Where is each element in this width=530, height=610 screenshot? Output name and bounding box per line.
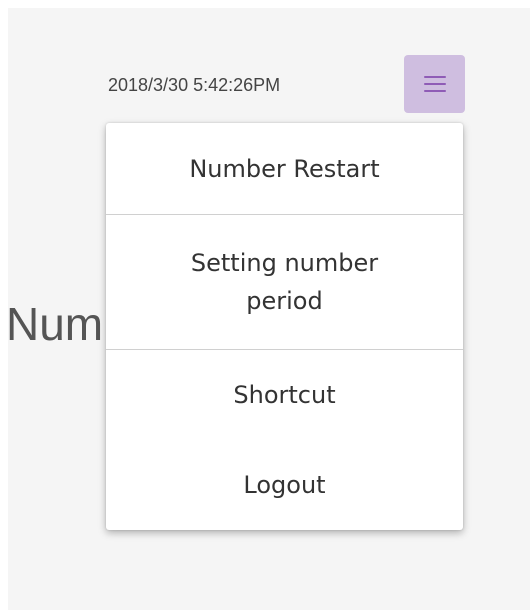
- menu-icon-bar: [423, 83, 446, 85]
- menu-item-logout[interactable]: Logout: [106, 440, 463, 530]
- menu-icon-bar: [423, 90, 446, 92]
- menu-item-setting-number-period[interactable]: Setting number period: [106, 215, 463, 350]
- menu-item-label: Shortcut: [233, 381, 336, 409]
- background-title-partial: Num: [8, 298, 104, 350]
- menu-item-label: Setting number period: [190, 249, 379, 315]
- menu-button[interactable]: [404, 55, 465, 113]
- menu-item-shortcut[interactable]: Shortcut: [106, 350, 463, 440]
- menu-icon-bar: [423, 76, 446, 78]
- main-panel: Num 2018/3/30 5:42:26PM Number Restart S…: [8, 8, 530, 610]
- hamburger-menu-icon: [423, 76, 446, 92]
- menu-item-label: Number Restart: [189, 154, 380, 183]
- dropdown-menu: Number Restart Setting number period Sho…: [106, 123, 463, 530]
- menu-item-label: Logout: [243, 471, 326, 499]
- datetime-display: 2018/3/30 5:42:26PM: [108, 75, 281, 95]
- menu-item-number-restart[interactable]: Number Restart: [106, 123, 463, 215]
